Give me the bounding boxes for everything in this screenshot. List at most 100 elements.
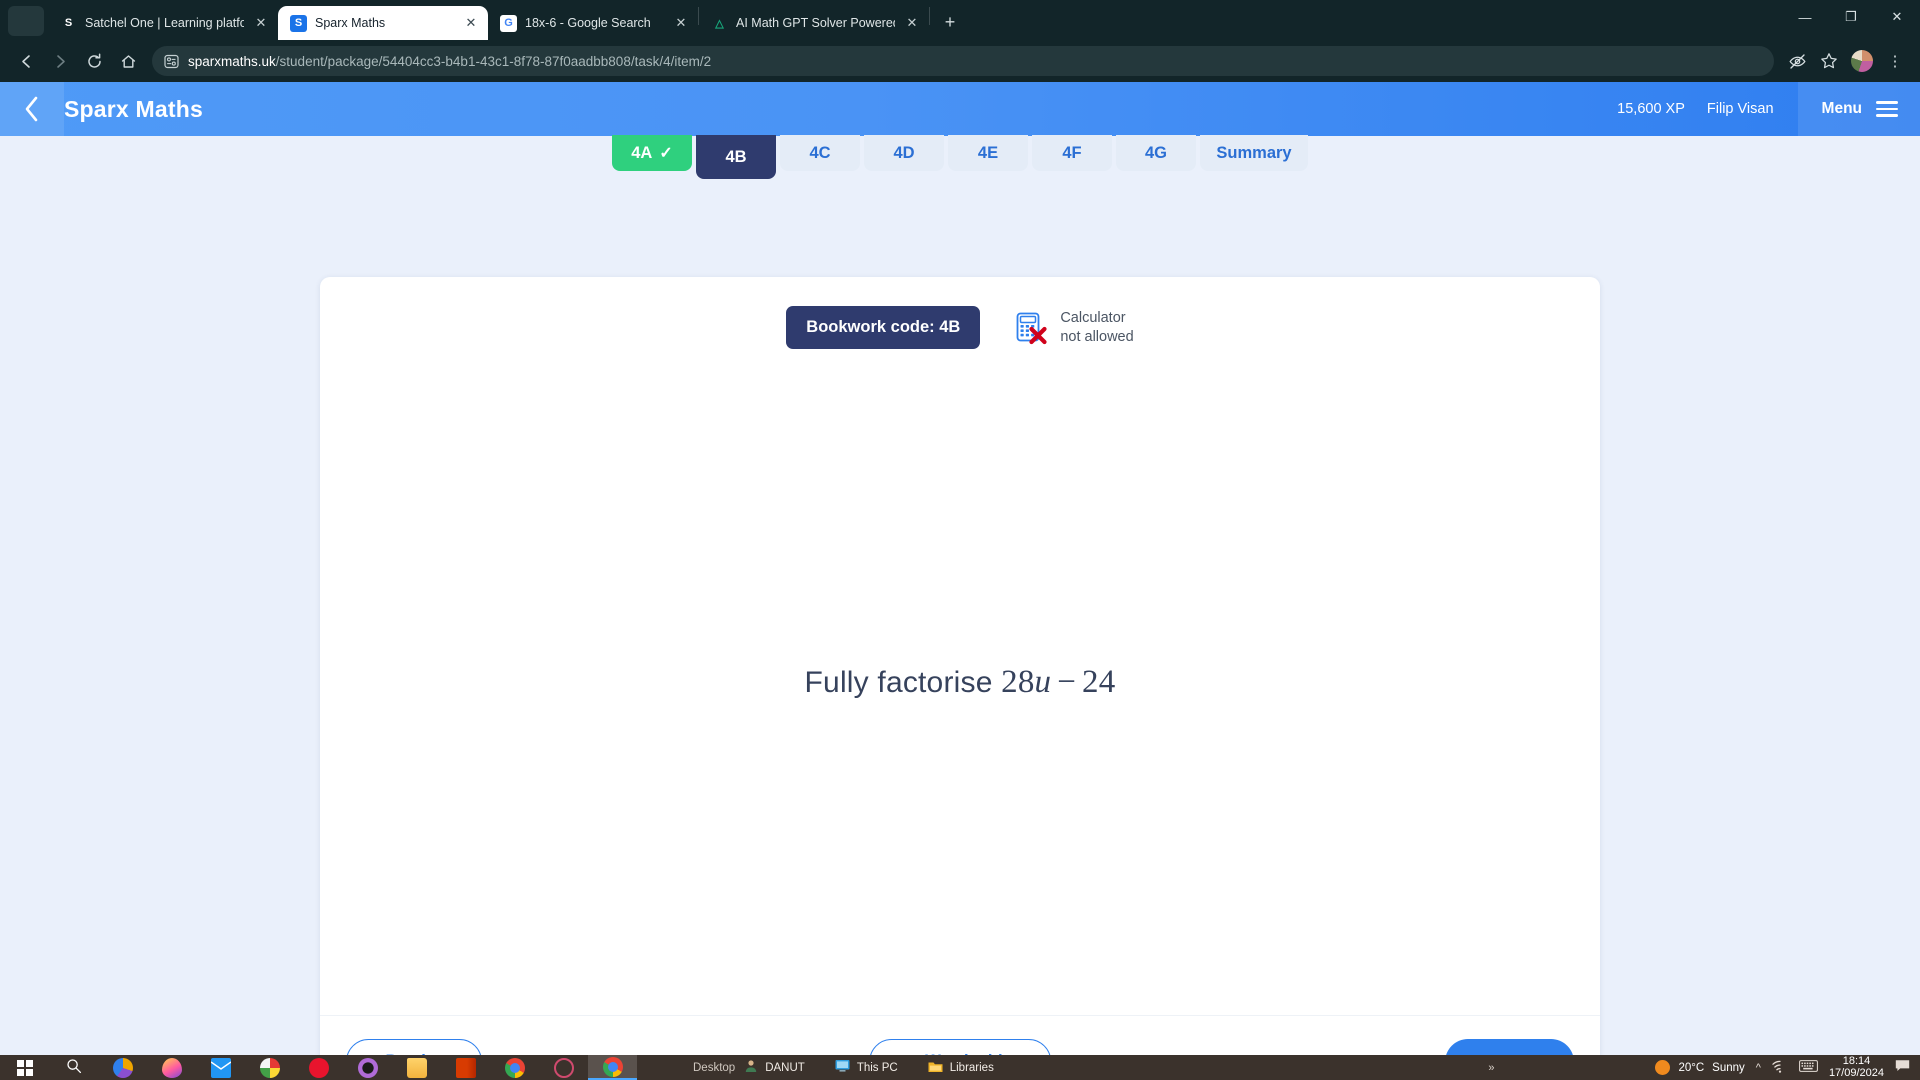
chevron-up-icon[interactable]: ^ <box>1756 1062 1761 1074</box>
star-icon[interactable] <box>1814 46 1844 76</box>
task-tab-4f[interactable]: 4F <box>1032 135 1112 171</box>
task-tab-summary[interactable]: Summary <box>1200 135 1308 171</box>
weather-temperature: 20°C <box>1678 1061 1705 1074</box>
url-text: sparxmaths.uk/student/package/54404cc3-b… <box>188 54 711 69</box>
menu-button[interactable]: Menu <box>1797 82 1920 136</box>
url-host: sparxmaths.uk <box>188 53 276 69</box>
copilot-icon <box>112 1057 133 1078</box>
taskbar-system-tray: » 20°C Sunny ^ 18:14 17/09/2024 <box>1488 1054 1920 1080</box>
sparx-header: Sparx Maths 15,600 XP Filip Visan Menu <box>0 82 1920 136</box>
clock-time: 18:14 <box>1842 1054 1871 1067</box>
browser-toolbar: sparxmaths.uk/student/package/54404cc3-b… <box>0 40 1920 82</box>
windows-taskbar: Desktop DANUT This PC Libraries » 20°C S… <box>0 1055 1920 1080</box>
task-tab-4g[interactable]: 4G <box>1116 135 1196 171</box>
page-info-icon[interactable] <box>164 54 179 69</box>
minimize-icon[interactable]: — <box>1782 0 1828 34</box>
task-tab-4b[interactable]: 4B <box>696 135 776 179</box>
taskbar-app-paint[interactable] <box>245 1055 294 1080</box>
browser-tab-google-search[interactable]: G 18x-6 - Google Search ✕ <box>488 6 698 40</box>
taskbar-app-copilot[interactable] <box>98 1055 147 1080</box>
browser-tab-satchel-one[interactable]: S Satchel One | Learning platform ✕ <box>48 6 278 40</box>
task-tab-4e[interactable]: 4E <box>948 135 1028 171</box>
task-tab-label: 4C <box>809 143 831 162</box>
taskbar-app-chrome[interactable] <box>490 1055 539 1080</box>
weather-widget[interactable]: 20°C Sunny <box>1655 1060 1745 1075</box>
back-icon[interactable] <box>10 45 42 77</box>
hamburger-icon <box>1876 101 1898 117</box>
three-dots-icon[interactable]: ⋮ <box>1880 46 1910 76</box>
google-icon: G <box>500 14 517 32</box>
calculator-line-1: Calculator <box>1060 309 1126 326</box>
home-icon[interactable] <box>112 45 144 77</box>
speech-bubble-icon[interactable] <box>1895 1059 1910 1076</box>
taskbar-app-file-explorer[interactable] <box>392 1055 441 1080</box>
close-icon[interactable]: ✕ <box>462 14 480 32</box>
clock-date: 17/09/2024 <box>1828 1066 1884 1079</box>
url-path: /student/package/54404cc3-b4b1-43c1-8f78… <box>275 53 712 69</box>
question-prompt: Fully factorise <box>804 665 1002 699</box>
opera-icon <box>308 1057 329 1078</box>
task-tab-4c[interactable]: 4C <box>780 135 860 171</box>
start-button[interactable] <box>0 1055 49 1080</box>
opera-ring-icon <box>553 1057 574 1078</box>
taskbar-app-mail[interactable] <box>196 1055 245 1080</box>
maximize-icon[interactable]: ❐ <box>1828 0 1874 34</box>
tab-divider <box>929 7 930 25</box>
taskbar-app-photos[interactable] <box>147 1055 196 1080</box>
taskbar-app-opera-ring[interactable] <box>539 1055 588 1080</box>
wifi-icon[interactable] <box>1772 1060 1788 1076</box>
overflow-icon[interactable]: » <box>1488 1062 1494 1074</box>
close-window-icon[interactable]: ✕ <box>1874 0 1920 34</box>
keyboard-icon[interactable] <box>1799 1060 1818 1075</box>
browser-tab-ai-math-gpt[interactable]: △ AI Math GPT Solver Powered by ✕ <box>699 6 929 40</box>
task-tab-label: 4D <box>893 143 915 162</box>
search-button[interactable] <box>49 1055 98 1080</box>
taskbar-app-opera-gx[interactable] <box>343 1055 392 1080</box>
taskbar-item-label: This PC <box>856 1061 898 1074</box>
this-pc-toolbar[interactable]: This PC <box>835 1059 898 1076</box>
browser-tab-sparx-maths[interactable]: S Sparx Maths ✕ <box>278 6 488 40</box>
sun-icon <box>1655 1060 1671 1075</box>
close-icon[interactable]: ✕ <box>903 14 921 32</box>
opera-gx-icon <box>357 1057 378 1078</box>
check-icon: ✓ <box>659 145 673 162</box>
new-tab-button[interactable]: + <box>936 8 964 36</box>
file-explorer-icon <box>406 1057 427 1078</box>
monitor-icon <box>835 1059 850 1076</box>
reload-icon[interactable] <box>78 45 110 77</box>
task-tab-4a[interactable]: 4A ✓ <box>612 135 692 171</box>
question-variable: u <box>1034 663 1052 700</box>
address-bar[interactable]: sparxmaths.uk/student/package/54404cc3-b… <box>152 46 1774 76</box>
avatar[interactable] <box>1851 50 1873 72</box>
browser-window: chevron-down-icon S Satchel One | Learni… <box>0 0 1920 1080</box>
close-icon[interactable]: ✕ <box>672 14 690 32</box>
calculator-text: Calculator not allowed <box>1060 309 1133 346</box>
task-tab-label: Summary <box>1216 143 1292 162</box>
browser-tabstrip: chevron-down-icon S Satchel One | Learni… <box>0 0 1920 40</box>
mail-icon <box>210 1057 231 1078</box>
libraries-toolbar[interactable]: Libraries <box>928 1060 994 1076</box>
forward-icon[interactable] <box>44 45 76 77</box>
taskbar-app-chrome-active[interactable] <box>588 1055 637 1080</box>
taskbar-app-office[interactable] <box>441 1055 490 1080</box>
question-constant: 24 <box>1082 663 1116 700</box>
weather-description: Sunny <box>1712 1061 1745 1074</box>
calculator-line-2: not allowed <box>1060 328 1134 345</box>
taskbar-app-opera[interactable] <box>294 1055 343 1080</box>
tab-title: Sparx Maths <box>315 16 386 30</box>
user-icon <box>744 1059 758 1076</box>
task-tab-4d[interactable]: 4D <box>864 135 944 171</box>
question-card: Bookwork code: 4B Calculator not allowed… <box>320 277 1600 1080</box>
taskbar-pinned-apps <box>0 1055 637 1080</box>
xp-counter: 15,600 XP <box>1617 101 1685 117</box>
task-tab-label: 4F <box>1062 143 1082 162</box>
clock[interactable]: 18:14 17/09/2024 <box>1828 1054 1884 1080</box>
close-icon[interactable]: ✕ <box>252 14 270 32</box>
eye-slash-icon[interactable] <box>1782 46 1812 76</box>
desktop-toolbar[interactable]: Desktop DANUT <box>693 1059 805 1076</box>
calculator-notice: Calculator not allowed <box>1014 309 1134 346</box>
tab-search-button[interactable]: chevron-down-icon <box>8 6 44 36</box>
task-tab-label: 4E <box>977 143 999 162</box>
calculator-not-allowed-icon <box>1014 311 1048 345</box>
sparx-back-button[interactable] <box>0 82 64 136</box>
